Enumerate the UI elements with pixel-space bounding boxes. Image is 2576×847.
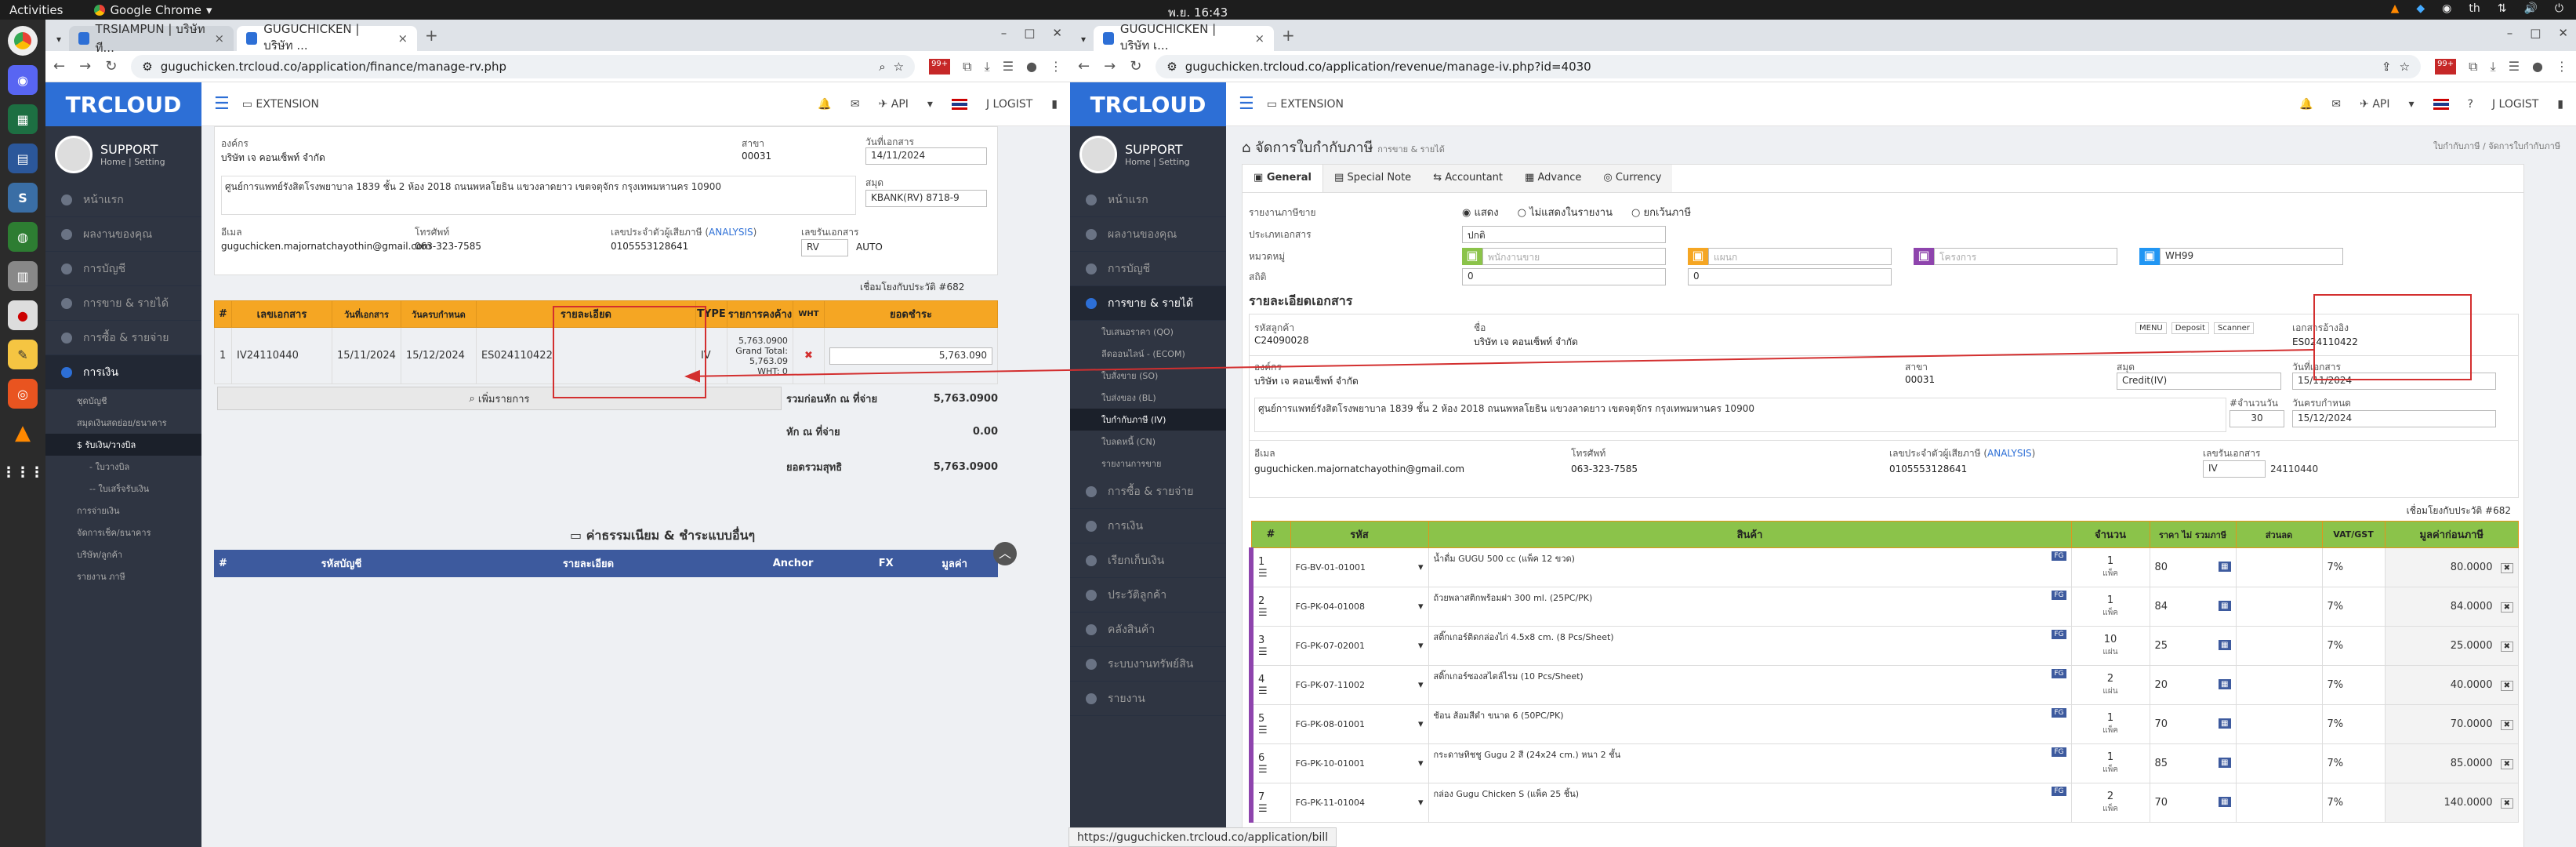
status-url: https://guguchicken.trcloud.co/applicati… [1068,827,1337,847]
annotation-arrow [684,349,2314,383]
